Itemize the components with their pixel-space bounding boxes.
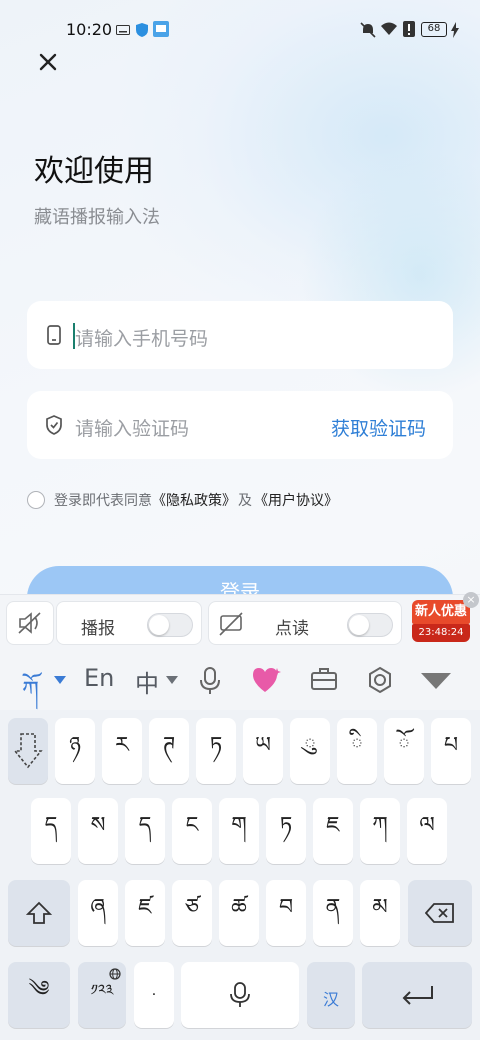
heart-icon[interactable]	[251, 665, 283, 695]
key-row1-3[interactable]: ཊ	[149, 718, 189, 784]
shield-check-icon	[46, 415, 62, 435]
page-title: 欢迎使用	[34, 154, 154, 189]
key-row2-8[interactable]: ཀ	[360, 798, 400, 864]
space-key[interactable]	[181, 962, 299, 1028]
clock: 10:20	[66, 20, 113, 39]
key-row2-1[interactable]: ད	[31, 798, 71, 864]
key-row2-9[interactable]: ལ	[407, 798, 447, 864]
alert-icon	[403, 21, 415, 37]
chevron-down-icon	[166, 676, 178, 684]
promo-close-icon[interactable]: ×	[463, 592, 479, 608]
key-row3-3[interactable]: ཙ	[172, 880, 212, 946]
microphone-icon[interactable]	[198, 666, 222, 696]
key-row1-9[interactable]: པ	[431, 718, 471, 784]
key-row2-7[interactable]: ཇ	[313, 798, 353, 864]
key-row2-6[interactable]: ཏ	[266, 798, 306, 864]
broadcast-toggle[interactable]	[147, 613, 193, 637]
symbol-key[interactable]: ༄	[8, 962, 70, 1028]
broadcast-toggle-group: 播报	[56, 601, 202, 645]
shift-key[interactable]	[8, 880, 70, 946]
promo-countdown: 23:48:24	[412, 624, 470, 642]
microphone-icon	[230, 982, 250, 1007]
speaker-button[interactable]	[6, 601, 54, 645]
chevron-down-icon	[54, 676, 66, 684]
key-row2-4[interactable]: ང	[172, 798, 212, 864]
key-row3-6[interactable]: ན	[313, 880, 353, 946]
code-field[interactable]: 请输入验证码 获取验证码	[27, 391, 453, 459]
user-agreement-link[interactable]: 《用户协议》	[254, 490, 338, 510]
get-code-button[interactable]: 获取验证码	[331, 414, 426, 441]
keyboard-icon	[116, 25, 130, 35]
backspace-key[interactable]	[408, 880, 472, 946]
number-key-label: ༡༢༣	[90, 981, 114, 999]
agree-checkbox[interactable]	[27, 491, 45, 509]
read-toggle-group: 点读	[208, 601, 402, 645]
key-row1-1[interactable]: ཉ	[55, 718, 95, 784]
key-row3-1[interactable]: ཞ	[78, 880, 118, 946]
speaker-mute-icon	[18, 612, 41, 634]
key-row1-8[interactable]: ོ	[384, 718, 424, 784]
mute-bell-icon	[360, 22, 376, 38]
dot-key[interactable]: ·	[134, 962, 174, 1028]
enter-arrow-icon	[402, 986, 433, 1005]
phone-input[interactable]: 请输入手机号码	[75, 324, 208, 351]
close-icon[interactable]	[34, 48, 62, 76]
app-notification-icon	[153, 21, 169, 37]
key-row1-7[interactable]: ི	[337, 718, 377, 784]
page-subtitle: 藏语播报输入法	[34, 207, 160, 228]
translate-label: 汉	[322, 990, 339, 1009]
key-row2-2[interactable]: ས	[78, 798, 118, 864]
enter-key[interactable]	[362, 962, 472, 1028]
promo-badge[interactable]: 新人优惠 23:48:24	[410, 598, 470, 646]
voice-down-key[interactable]	[8, 718, 48, 784]
settings-icon[interactable]	[366, 666, 394, 694]
key-row3-7[interactable]: མ	[360, 880, 400, 946]
key-row2-5[interactable]: ག	[219, 798, 259, 864]
chinese-mode-button[interactable]: 中	[135, 664, 159, 699]
keyboard-toolbar: 播报 点读	[0, 594, 480, 652]
backspace-icon	[425, 903, 454, 923]
keyboard-keys: ཉ ར ཊ ཏ ཡ ུ ི ོ པ ད ས ད ང ག ཏ ཇ ཀ ལ ཞ ཛ …	[0, 710, 480, 1040]
agreement-row: 登录即代表同意 《隐私政策》 及 《用户协议》	[27, 490, 338, 510]
shift-arrow-icon	[26, 901, 52, 924]
toolbox-icon[interactable]	[310, 666, 338, 692]
phone-icon	[47, 325, 61, 345]
phone-field[interactable]: 请输入手机号码	[27, 301, 453, 369]
shield-icon	[136, 23, 148, 37]
key-row1-4[interactable]: ཏ	[196, 718, 236, 784]
globe-icon	[109, 968, 121, 980]
battery-indicator: 68	[421, 22, 447, 37]
agree-and: 及	[238, 493, 252, 509]
key-row3-4[interactable]: ཚ	[219, 880, 259, 946]
read-toggle[interactable]	[347, 613, 393, 637]
key-row1-5[interactable]: ཡ	[243, 718, 283, 784]
promo-title: 新人优惠	[412, 600, 470, 624]
key-row3-2[interactable]: ཛ	[125, 880, 165, 946]
key-row1-6[interactable]: ུ	[290, 718, 330, 784]
collapse-keyboard-icon[interactable]	[420, 672, 452, 690]
key-row3-5[interactable]: བ	[266, 880, 306, 946]
broadcast-label: 播报	[81, 619, 115, 639]
english-mode-button[interactable]: En	[84, 664, 114, 692]
read-off-icon	[219, 612, 243, 636]
translate-key[interactable]: 汉	[307, 962, 355, 1028]
wifi-icon	[381, 22, 397, 35]
number-key[interactable]: ༡༢༣	[78, 962, 126, 1028]
download-arrow-icon	[13, 733, 43, 769]
key-row1-2[interactable]: ར	[102, 718, 142, 784]
agree-prefix: 登录即代表同意	[54, 493, 152, 509]
code-input[interactable]: 请输入验证码	[75, 414, 189, 441]
privacy-link[interactable]: 《隐私政策》	[152, 490, 236, 510]
keyboard-bar: ཀོ	[0, 652, 480, 710]
key-row2-3[interactable]: ད	[125, 798, 165, 864]
read-label: 点读	[275, 619, 309, 639]
status-bar: 10:20 68	[0, 0, 480, 60]
charging-icon	[451, 22, 459, 38]
